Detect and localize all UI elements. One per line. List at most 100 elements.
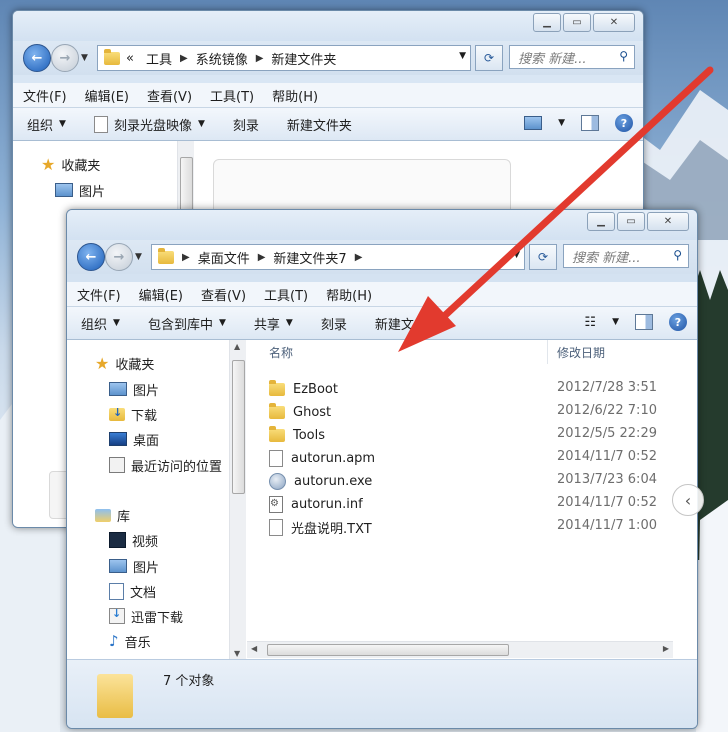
recent-pages-dropdown[interactable]: ▼ xyxy=(135,252,142,262)
recent-pages-dropdown[interactable]: ▼ xyxy=(81,53,88,63)
refresh-button[interactable]: ⟳ xyxy=(529,244,557,270)
file-row[interactable]: autorun.exe xyxy=(269,470,372,492)
recent-places-icon xyxy=(109,457,125,473)
nav-favorites[interactable]: ★ 收藏夹 xyxy=(95,352,154,374)
new-folder-button[interactable]: 新建文件夹 xyxy=(273,115,366,134)
organize-button[interactable]: 组织 ▼ xyxy=(67,314,134,333)
file-row[interactable]: Tools xyxy=(269,424,325,446)
nav-recent-places[interactable]: 最近访问的位置 xyxy=(109,454,222,476)
view-dropdown[interactable]: ▼ xyxy=(558,118,565,128)
pictures-icon xyxy=(109,382,127,396)
burn-image-button[interactable]: 刻录光盘映像 ▼ xyxy=(80,115,219,134)
item-count: 7 个对象 xyxy=(163,674,215,689)
breadcrumb-item[interactable]: 新建文件夹7 xyxy=(267,248,352,267)
nav-downloads[interactable]: 下载 xyxy=(109,403,157,425)
close-button[interactable]: ✕ xyxy=(593,13,635,32)
burn-button[interactable]: 刻录 xyxy=(219,115,273,134)
file-row[interactable]: autorun.inf xyxy=(269,493,363,515)
downloads-icon xyxy=(109,406,125,421)
breadcrumb-separator[interactable]: ▶ xyxy=(180,252,192,263)
file-date: 2014/11/7 0:52 xyxy=(557,449,657,464)
scroll-thumb[interactable] xyxy=(232,360,245,494)
minimize-button[interactable]: ▁ xyxy=(587,212,615,231)
nav-favorites[interactable]: ★ 收藏夹 xyxy=(41,153,100,175)
menu-help[interactable]: 帮助(H) xyxy=(326,285,372,304)
file-row[interactable]: EzBoot xyxy=(269,378,338,400)
preview-pane-icon[interactable] xyxy=(581,115,599,131)
search-input[interactable]: 搜索 新建... ⚲ xyxy=(563,244,689,268)
pictures-icon xyxy=(55,183,73,197)
breadcrumb-separator[interactable]: ▶ xyxy=(256,252,268,263)
menu-file[interactable]: 文件(F) xyxy=(23,86,67,105)
help-icon[interactable]: ? xyxy=(615,114,633,132)
menu-tools[interactable]: 工具(T) xyxy=(264,285,308,304)
nav-libraries[interactable]: 库 xyxy=(95,504,130,526)
breadcrumb-item[interactable]: 桌面文件 xyxy=(192,248,256,267)
back-button[interactable]: ← xyxy=(23,44,51,72)
back-button[interactable]: ← xyxy=(77,243,105,271)
file-date: 2014/11/7 1:00 xyxy=(557,518,657,533)
close-button[interactable]: ✕ xyxy=(647,212,689,231)
folder-icon xyxy=(269,425,285,442)
breadcrumb-overflow[interactable]: « xyxy=(120,51,140,66)
nav-desktop[interactable]: 桌面 xyxy=(109,428,159,450)
nav-music[interactable]: ♪ 音乐 xyxy=(109,630,151,652)
nav-thunder-downloads[interactable]: 迅雷下载 xyxy=(109,605,183,627)
search-input[interactable]: 搜索 新建... ⚲ xyxy=(509,45,635,69)
include-in-library-button[interactable]: 包含到库中 ▼ xyxy=(134,314,240,333)
file-row[interactable]: Ghost xyxy=(269,401,331,423)
menu-help[interactable]: 帮助(H) xyxy=(272,86,318,105)
menu-view[interactable]: 查看(V) xyxy=(147,86,192,105)
breadcrumb-item[interactable]: 系统镜像 xyxy=(190,49,254,68)
breadcrumb-item[interactable]: 工具 xyxy=(140,49,178,68)
file-name: 光盘说明.TXT xyxy=(291,521,372,537)
pictures-icon xyxy=(109,559,127,573)
explorer-window-front[interactable]: ▁ ▭ ✕ ← → ▼ ▶ 桌面文件 ▶ 新建文件夹7 ▶ ▼ ⟳ 搜索 新建.… xyxy=(66,209,698,729)
status-bar: 7 个对象 xyxy=(67,659,697,728)
nav-pictures[interactable]: 图片 xyxy=(109,378,159,400)
chevron-left-icon[interactable]: ‹ xyxy=(672,484,704,516)
menu-view[interactable]: 查看(V) xyxy=(201,285,246,304)
column-header-name[interactable]: 名称 xyxy=(269,344,293,366)
libraries-icon xyxy=(95,508,111,522)
maximize-button[interactable]: ▭ xyxy=(617,212,645,231)
address-bar[interactable]: ▶ 桌面文件 ▶ 新建文件夹7 ▶ ▼ xyxy=(151,244,525,270)
menu-edit[interactable]: 编辑(E) xyxy=(139,285,183,304)
breadcrumb-separator[interactable]: ▶ xyxy=(178,53,190,64)
nav-scrollbar[interactable]: ▲ ▼ xyxy=(229,340,246,660)
view-list-icon[interactable]: ☷ xyxy=(584,315,596,330)
horizontal-scrollbar[interactable]: ◀ ▶ xyxy=(247,641,673,658)
forward-button[interactable]: → xyxy=(105,243,133,271)
menu-file[interactable]: 文件(F) xyxy=(77,285,121,304)
maximize-button[interactable]: ▭ xyxy=(563,13,591,32)
file-row[interactable]: 光盘说明.TXT xyxy=(269,516,372,538)
organize-button[interactable]: 组织 ▼ xyxy=(13,115,80,134)
breadcrumb-item[interactable]: 新建文件夹 xyxy=(265,49,342,68)
nav-lib-pictures[interactable]: 图片 xyxy=(109,555,159,577)
nav-pictures[interactable]: 图片 xyxy=(55,179,105,201)
address-dropdown[interactable]: ▼ xyxy=(459,51,466,61)
share-button[interactable]: 共享 ▼ xyxy=(240,314,307,333)
breadcrumb-separator[interactable]: ▶ xyxy=(254,53,266,64)
file-row[interactable]: autorun.apm xyxy=(269,447,375,469)
address-bar[interactable]: « 工具 ▶ 系统镜像 ▶ 新建文件夹 ▼ xyxy=(97,45,471,71)
menu-edit[interactable]: 编辑(E) xyxy=(85,86,129,105)
refresh-button[interactable]: ⟳ xyxy=(475,45,503,71)
breadcrumb-separator[interactable]: ▶ xyxy=(353,252,365,263)
help-icon[interactable]: ? xyxy=(669,313,687,331)
h-scroll-thumb[interactable] xyxy=(267,644,509,656)
nav-videos[interactable]: 视频 xyxy=(109,529,158,551)
minimize-button[interactable]: ▁ xyxy=(533,13,561,32)
burn-button[interactable]: 刻录 xyxy=(307,314,361,333)
preview-pane-icon[interactable] xyxy=(635,314,653,330)
menu-tools[interactable]: 工具(T) xyxy=(210,86,254,105)
view-options-icon[interactable] xyxy=(524,116,543,130)
column-header-date[interactable]: 修改日期 xyxy=(557,344,605,366)
view-dropdown[interactable]: ▼ xyxy=(612,317,619,327)
nav-documents[interactable]: 文档 xyxy=(109,580,156,602)
address-dropdown[interactable]: ▼ xyxy=(513,250,520,260)
new-folder-button[interactable]: 新建文件夹 xyxy=(361,314,454,333)
folder-icon xyxy=(269,402,285,419)
file-date: 2012/6/22 7:10 xyxy=(557,403,657,418)
forward-button[interactable]: → xyxy=(51,44,79,72)
